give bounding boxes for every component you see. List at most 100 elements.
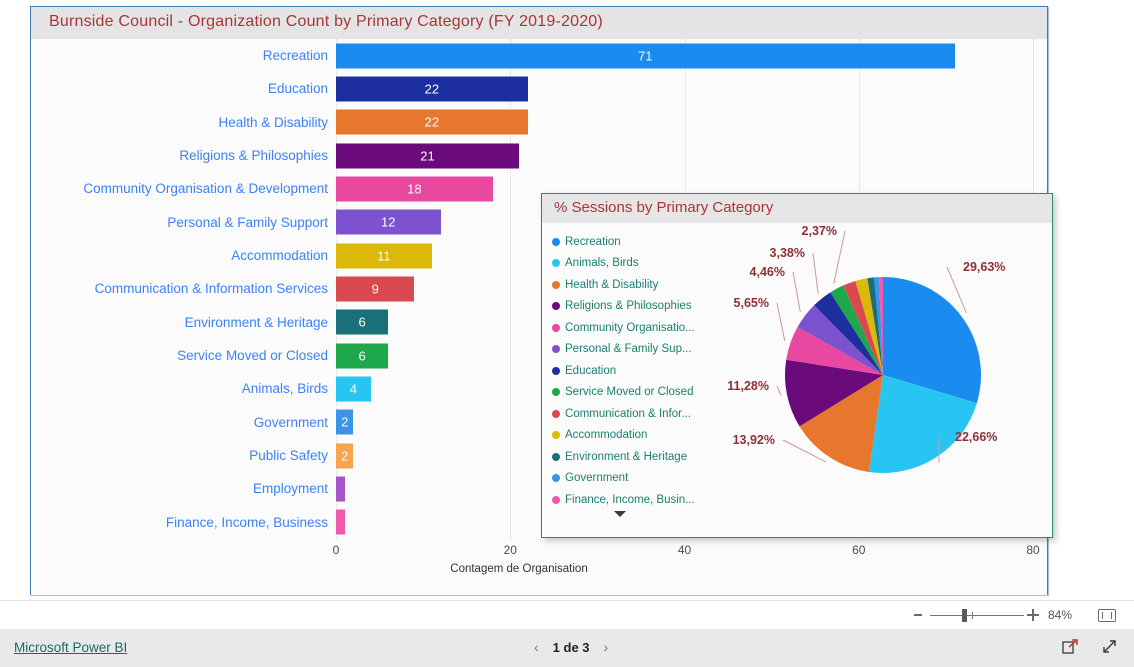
bar-category-label: Community Organisation & Development	[83, 181, 328, 197]
legend-color-swatch	[552, 259, 560, 268]
legend-label: Accommodation	[565, 429, 648, 442]
pie-visual[interactable]: % Sessions by Primary Category Recreatio…	[541, 193, 1053, 538]
pie-percent-label: 4,46%	[750, 265, 785, 279]
bar[interactable]: 18	[336, 176, 493, 202]
bar-track: 22	[336, 106, 1047, 139]
pie-percent-label: 22,66%	[955, 430, 997, 444]
legend-label: Communication & Infor...	[565, 407, 691, 420]
legend-item[interactable]: Community Organisatio...	[552, 317, 712, 339]
bar-row[interactable]: Education 22	[31, 72, 1047, 105]
pie-percent-label: 2,37%	[802, 224, 837, 238]
bar-track: 22	[336, 72, 1047, 105]
fullscreen-icon[interactable]	[1101, 638, 1118, 655]
bar-value-label: 12	[381, 214, 396, 230]
legend-label: Recreation	[565, 235, 621, 248]
page-indicator: 1 de 3	[552, 639, 590, 655]
legend-item[interactable]: Government	[552, 468, 712, 490]
bar[interactable]: 22	[336, 76, 528, 102]
bar[interactable]: 21	[336, 143, 519, 169]
bar[interactable]: 12	[336, 209, 441, 235]
bar-row[interactable]: Recreation 71	[31, 39, 1047, 72]
legend-item[interactable]: Finance, Income, Busin...	[552, 489, 712, 511]
bar-category-label: Public Safety	[249, 448, 328, 464]
legend-color-swatch	[552, 409, 560, 418]
bar[interactable]: 2	[336, 409, 354, 435]
legend-item[interactable]: Education	[552, 360, 712, 382]
bar-category-label: Education	[267, 81, 328, 97]
legend-color-swatch	[552, 280, 560, 289]
bar[interactable]: 11	[336, 243, 432, 269]
bar-value-label: 22	[424, 114, 440, 130]
bar-value-label: 9	[371, 281, 379, 297]
footer-actions	[1062, 638, 1118, 655]
bar-value-label: 18	[407, 181, 422, 197]
pie-visual-title: % Sessions by Primary Category	[554, 199, 774, 216]
previous-page-button[interactable]: ‹	[534, 639, 539, 655]
legend-item[interactable]: Environment & Heritage	[552, 446, 712, 468]
legend-color-swatch	[552, 345, 560, 354]
bar-value-label: 11	[377, 248, 391, 264]
bar-row[interactable]: Religions & Philosophies 21	[31, 139, 1047, 172]
bar-category-label: Recreation	[262, 48, 328, 64]
pie-leader-line	[776, 302, 786, 342]
pie-percent-label: 11,28%	[727, 379, 769, 393]
legend-label: Personal & Family Sup...	[565, 343, 692, 356]
legend-label: Animals, Birds	[565, 257, 639, 270]
legend-item[interactable]: Health & Disability	[552, 274, 712, 296]
bar[interactable]: 6	[336, 343, 389, 369]
pie-svg: 29,63% 22,66% 13,92% 11,28% 5,65% 4,46% 3,38% 2…	[727, 224, 1005, 473]
legend-item[interactable]: Personal & Family Sup...	[552, 339, 712, 361]
legend-item[interactable]: Communication & Infor...	[552, 403, 712, 425]
bar-category-label: Government	[253, 414, 328, 430]
bar[interactable]: 6	[336, 309, 389, 335]
bar-track: 21	[336, 139, 1047, 172]
bar[interactable]: 9	[336, 276, 415, 302]
bar-category-label: Employment	[252, 481, 328, 497]
legend-item[interactable]: Service Moved or Closed	[552, 382, 712, 404]
zoom-out-button[interactable]	[914, 614, 922, 616]
legend-item[interactable]: Animals, Birds	[552, 253, 712, 275]
zoom-slider-track[interactable]	[930, 615, 1024, 616]
bar[interactable]: 71	[336, 43, 955, 69]
bar-category-label: Animals, Birds	[241, 381, 328, 397]
legend-item[interactable]: Recreation	[552, 231, 712, 253]
legend-color-swatch	[552, 452, 560, 461]
bar-value-label: 21	[420, 148, 435, 164]
bar-value-label: 22	[424, 81, 440, 97]
bar-value-label: 71	[638, 48, 653, 64]
pie-legend[interactable]: Recreation Animals, Birds Health & Disabil…	[552, 231, 712, 511]
fit-to-width-icon[interactable]	[1098, 609, 1116, 622]
pie-percent-label: 29,63%	[963, 260, 1005, 274]
bar-row[interactable]: Health & Disability 22	[31, 106, 1047, 139]
bar-value-label: 2	[341, 448, 349, 464]
bar[interactable]: 4	[336, 376, 371, 402]
next-page-button[interactable]: ›	[604, 639, 609, 655]
bar[interactable]	[336, 509, 345, 535]
zoom-in-button[interactable]	[1027, 609, 1039, 621]
power-bi-brand-link[interactable]: Microsoft Power BI	[14, 640, 127, 655]
x-axis-tick: 20	[503, 543, 517, 557]
legend-label: Health & Disability	[565, 278, 659, 291]
legend-item[interactable]: Religions & Philosophies	[552, 296, 712, 318]
bar-category-label: Accommodation	[231, 248, 328, 264]
power-bi-report-viewer: Burnside Council - Organization Count by…	[0, 0, 1134, 667]
pie-chart[interactable]: 29,63% 22,66% 13,92% 11,28% 5,65% 4,46% 3,38% 2…	[717, 223, 1054, 537]
bar-category-label: Health & Disability	[218, 114, 328, 130]
legend-item[interactable]: Accommodation	[552, 425, 712, 447]
legend-label: Government	[565, 472, 629, 485]
bar[interactable]: 22	[336, 109, 528, 135]
bar-category-label: Service Moved or Closed	[177, 348, 328, 364]
bar[interactable]: 2	[336, 443, 354, 469]
bar-value-label: 6	[358, 314, 366, 330]
chevron-down-icon[interactable]	[614, 511, 626, 517]
zoom-level-label: 84%	[1048, 608, 1073, 622]
legend-label: Religions & Philosophies	[565, 300, 692, 313]
bar-track: 71	[336, 39, 1047, 72]
page-title: Burnside Council - Organization Count by…	[49, 13, 603, 30]
report-canvas: Burnside Council - Organization Count by…	[30, 6, 1053, 595]
bar[interactable]	[336, 476, 345, 502]
zoom-slider-thumb[interactable]	[962, 609, 967, 622]
share-icon[interactable]	[1062, 638, 1079, 655]
bar-value-label: 6	[358, 348, 366, 364]
x-axis-tick: 60	[852, 543, 866, 557]
